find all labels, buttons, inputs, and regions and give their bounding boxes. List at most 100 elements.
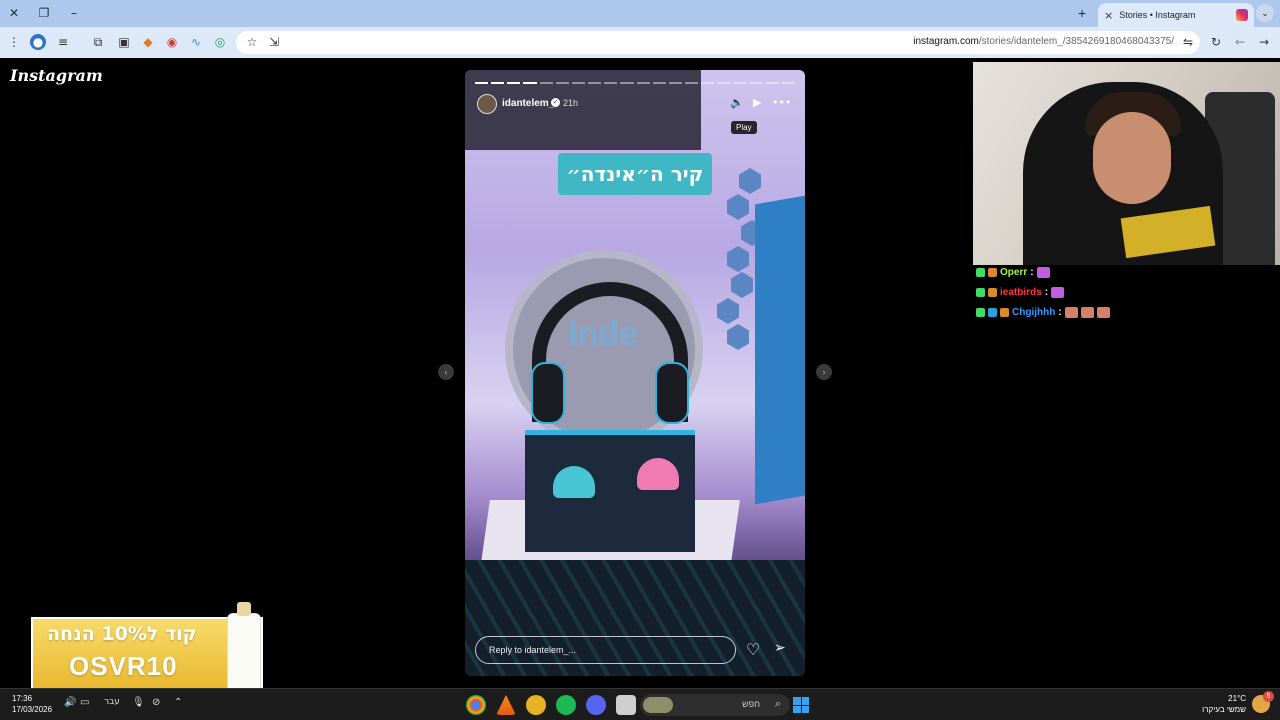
progress-segment: [604, 82, 618, 84]
back-icon[interactable]: ←: [1232, 34, 1248, 50]
reload-icon[interactable]: ↻: [1208, 34, 1224, 50]
chat-badge-icon: [1000, 307, 1009, 317]
more-options-icon[interactable]: •••: [772, 96, 791, 109]
progress-segment: [636, 82, 650, 84]
microphone-icon[interactable]: 🎙: [132, 697, 145, 708]
extension-orange-icon[interactable]: ◆: [140, 34, 156, 50]
camera-off-icon[interactable]: ⊘: [152, 697, 160, 708]
spotify-app-icon[interactable]: [556, 695, 576, 715]
hex-panel: [717, 298, 739, 324]
chat-username[interactable]: ieatbirds: [1000, 287, 1042, 298]
mute-icon[interactable]: 🔈: [730, 96, 744, 109]
browser-toolbar: ⋮ ● ≡ ⧉ ▣ ◆ ◉ ∿ ◎ ☆ ⇲ instagram.com/stor…: [0, 27, 1280, 58]
file-explorer-icon[interactable]: [616, 695, 636, 715]
chat-badge-icon: [988, 267, 997, 277]
address-bar[interactable]: ☆ ⇲ instagram.com/stories/idantelem_/385…: [236, 31, 1200, 54]
taskbar-search[interactable]: חפש ⌕: [640, 694, 790, 716]
emote-icon: [1036, 266, 1050, 278]
extension-grammar-icon[interactable]: ◎: [212, 34, 228, 50]
avatar[interactable]: [477, 94, 497, 114]
language-indicator[interactable]: עבר: [104, 697, 120, 707]
chat-message: Chgijhhh :: [976, 302, 1276, 322]
restore-window-icon[interactable]: ❐: [34, 4, 54, 22]
weather-temperature: 21°C: [1228, 694, 1246, 703]
progress-segment: [733, 82, 747, 84]
hex-panel: [727, 324, 749, 350]
progress-segment: [491, 82, 505, 84]
progress-segment: [765, 82, 779, 84]
progress-segment: [701, 82, 715, 84]
clock-time: 17:36: [12, 694, 33, 703]
chat-username[interactable]: Chgijhhh: [1012, 307, 1055, 318]
display-stand: [525, 430, 695, 552]
reply-input[interactable]: Reply to idantelem_...: [475, 636, 736, 664]
emote-icon: [1051, 286, 1065, 298]
hex-panel: [727, 246, 749, 272]
forward-icon[interactable]: →: [1256, 34, 1272, 50]
weather-description: שמשי בעיקרו: [1202, 705, 1246, 714]
story-viewer[interactable]: קיר ה״אינדה״ Inde idantelem_ ✓ 21h 🔈 ▶ •…: [465, 70, 805, 676]
system-clock[interactable]: 17:36 17/03/2026: [12, 693, 52, 715]
vlc-app-icon[interactable]: [496, 695, 516, 715]
extensions-icon[interactable]: ⧉: [90, 34, 106, 50]
search-icon: ⌕: [774, 697, 781, 710]
extension-translate-icon[interactable]: ∿: [188, 34, 204, 50]
tab-instagram-stories[interactable]: × Stories • Instagram: [1098, 3, 1254, 27]
emote-icon: [1064, 306, 1078, 318]
tab-bar: ✕ ❐ – + × Stories • Instagram ⌄: [0, 0, 1280, 27]
search-highlight-icon: [643, 697, 673, 713]
profile-icon[interactable]: ●: [30, 34, 46, 50]
progress-segment: [749, 82, 763, 84]
site-settings-icon[interactable]: ⇋: [1180, 34, 1196, 50]
previous-story-icon[interactable]: ‹: [438, 364, 454, 380]
notification-count-badge: 5: [1263, 691, 1274, 702]
instagram-favicon-icon: [1236, 9, 1248, 21]
progress-segment: [668, 82, 683, 84]
discord-app-icon[interactable]: [586, 695, 606, 715]
tab-groups-icon[interactable]: ▣: [116, 34, 132, 50]
weather-widget[interactable]: 21°C שמשי בעיקרו: [1202, 693, 1246, 715]
progress-segment: [620, 82, 634, 84]
progress-segment: [475, 82, 489, 84]
chrome-app-icon[interactable]: [466, 695, 486, 715]
progress-segment: [685, 82, 699, 84]
send-icon[interactable]: ➢: [774, 640, 786, 656]
network-icon[interactable]: ▭: [80, 697, 89, 708]
minimize-window-icon[interactable]: –: [64, 4, 84, 22]
tab-title: Stories • Instagram: [1119, 10, 1196, 20]
volume-icon[interactable]: 🔊: [64, 697, 76, 708]
new-tab-button[interactable]: +: [1078, 5, 1086, 21]
instagram-logo[interactable]: Instagram: [10, 66, 103, 85]
tab-search-button[interactable]: ⌄: [1256, 4, 1274, 22]
windows-taskbar: 17:36 17/03/2026 🔊 ▭ עבר 🎙 ⊘ ⌃ חפש ⌕ 21°…: [0, 688, 1280, 720]
story-username[interactable]: idantelem_: [502, 98, 554, 109]
bookmark-star-icon[interactable]: ☆: [244, 34, 260, 50]
extension-avatar-icon[interactable]: ◉: [164, 34, 180, 50]
start-button[interactable]: [793, 697, 809, 713]
chat-username[interactable]: Operr: [1000, 267, 1027, 278]
reading-list-icon[interactable]: ≡: [55, 34, 71, 50]
game-app-icon[interactable]: [526, 695, 546, 715]
close-window-icon[interactable]: ✕: [4, 4, 24, 22]
clock-date: 17/03/2026: [12, 705, 53, 714]
menu-dots-icon[interactable]: ⋮: [6, 34, 22, 50]
like-heart-icon[interactable]: ♡: [746, 640, 760, 660]
promo-code: OSVR10: [69, 651, 178, 681]
chat-badge-icon: [988, 287, 997, 297]
play-icon[interactable]: ▶: [753, 96, 761, 109]
chat-text: :: [1058, 306, 1062, 318]
next-story-icon[interactable]: ›: [816, 364, 832, 380]
headphone-cup: [655, 362, 689, 424]
headphone-cup: [531, 362, 565, 424]
promo-text: קוד ל10% הנחה: [47, 623, 197, 645]
tab-close-icon[interactable]: ×: [1104, 9, 1113, 22]
emote-icon: [1080, 306, 1094, 318]
progress-segment: [781, 82, 796, 84]
chevron-up-icon[interactable]: ⌃: [174, 697, 182, 708]
progress-segment: [717, 82, 731, 84]
progress-segment: [571, 82, 586, 84]
screen-share-icon[interactable]: ⇲: [266, 34, 282, 50]
progress-segment: [555, 82, 569, 84]
blue-cabinet: [755, 195, 805, 505]
progress-segment: [588, 82, 602, 84]
